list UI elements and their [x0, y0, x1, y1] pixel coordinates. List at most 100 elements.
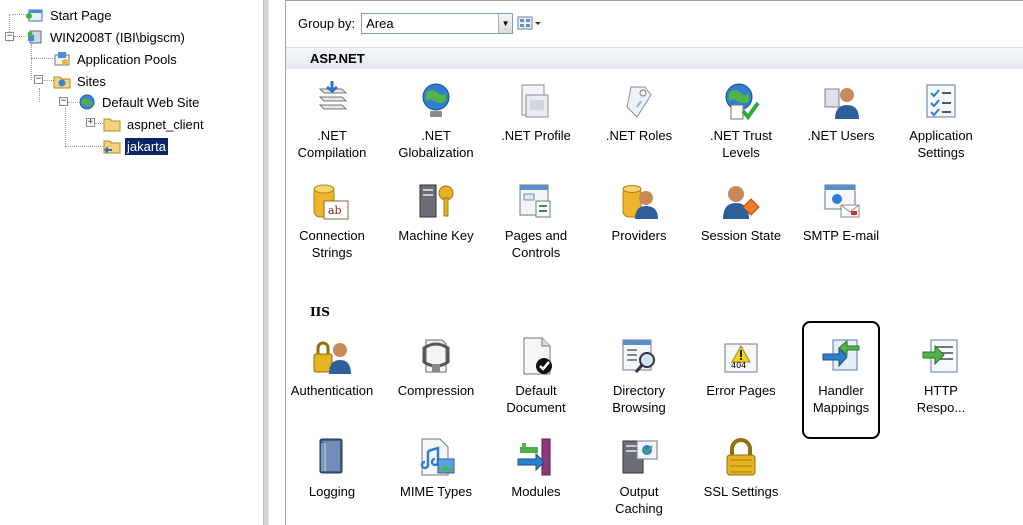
connection-strings-icon: ab	[312, 181, 352, 221]
server-icon	[26, 29, 44, 45]
http-response-icon	[921, 336, 961, 376]
output-caching-icon	[619, 437, 659, 477]
feature-session-state[interactable]: Session State	[691, 181, 791, 244]
feature-net-users[interactable]: .NET Users	[791, 81, 891, 144]
feature-mime-types[interactable]: MIME Types	[386, 437, 486, 500]
session-state-icon	[721, 181, 761, 221]
default-document-icon	[516, 336, 556, 376]
feature-smtp-email[interactable]: SMTP E-mail	[791, 181, 891, 244]
feature-output-caching[interactable]: Output Caching	[589, 437, 689, 517]
handler-mappings-icon	[821, 336, 861, 376]
feature-label: Directory Browsing	[612, 383, 666, 415]
feature-directory-browsing[interactable]: Directory Browsing	[589, 336, 689, 416]
tree-item-start-page[interactable]: Start Page	[26, 5, 113, 25]
feature-ssl-settings[interactable]: SSL Settings	[691, 437, 791, 500]
group-by-select[interactable]: Area ▼	[361, 12, 514, 34]
ssl-settings-icon	[721, 437, 761, 477]
feature-net-profile[interactable]: .NET Profile	[486, 81, 586, 144]
collapse-sites-button[interactable]: −	[34, 75, 43, 84]
tree-line	[68, 102, 78, 103]
tree-line	[12, 14, 26, 15]
collapse-server-button[interactable]: −	[5, 32, 14, 41]
feature-label: .NET Profile	[501, 128, 571, 143]
connections-tree: − − − + Start Page WIN2008T (IBI\bigscm)…	[0, 0, 258, 525]
feature-pages-controls[interactable]: Pages and Controls	[486, 181, 586, 261]
error-code-badge: 404	[731, 361, 747, 370]
feature-providers[interactable]: Providers	[589, 181, 689, 244]
feature-logging[interactable]: Logging	[282, 437, 382, 500]
feature-http-response[interactable]: HTTP Respo...	[891, 336, 991, 416]
pages-controls-icon	[516, 181, 556, 221]
tree-item-aspnet-client[interactable]: aspnet_client	[103, 114, 206, 134]
pane-splitter[interactable]	[258, 0, 285, 525]
chevron-down-icon: ▼	[498, 13, 513, 33]
feature-connection-strings[interactable]: ab Connection Strings	[282, 181, 382, 261]
tree-item-label: Application Pools	[77, 51, 177, 67]
start-page-icon	[26, 7, 44, 23]
feature-label: .NET Globalization	[398, 128, 474, 160]
feature-net-globalization[interactable]: .NET Globalization	[386, 81, 486, 161]
feature-label: Error Pages	[706, 383, 776, 398]
feature-label: Application Settings	[909, 128, 973, 160]
feature-net-compilation[interactable]: .NET Compilation	[282, 81, 382, 161]
tree-line	[65, 146, 103, 147]
folder-icon	[103, 138, 121, 154]
logging-icon	[312, 437, 352, 477]
net-compilation-icon	[312, 81, 352, 121]
tree-item-sites[interactable]: Sites	[53, 71, 108, 91]
tree-item-label: Start Page	[50, 7, 112, 23]
net-users-icon	[821, 81, 861, 121]
application-settings-icon	[921, 81, 961, 121]
tree-line	[65, 108, 66, 146]
feature-label: Output Caching	[615, 484, 663, 516]
feature-label: HTTP Respo...	[916, 383, 966, 415]
feature-label: SSL Settings	[703, 484, 779, 499]
feature-label: Machine Key	[398, 228, 474, 243]
authentication-icon	[312, 336, 352, 376]
tree-line	[39, 88, 40, 102]
view-grid-icon	[517, 16, 542, 30]
net-trust-levels-icon	[721, 81, 761, 121]
feature-label: Pages and Controls	[504, 228, 568, 260]
tree-item-label: WIN2008T (IBI\bigscm)	[50, 29, 185, 45]
feature-error-pages[interactable]: 404 Error Pages	[691, 336, 791, 399]
feature-label: Modules	[511, 484, 561, 499]
group-header-iis[interactable]: IIS	[286, 301, 1023, 323]
tree-item-label: jakarta	[125, 137, 169, 155]
tree-line	[31, 44, 32, 80]
group-by-label: Group by:	[298, 15, 356, 31]
tree-item-default-web-site[interactable]: Default Web Site	[78, 92, 201, 112]
tree-item-application-pools[interactable]: Application Pools	[53, 49, 179, 69]
feature-authentication[interactable]: Authentication	[282, 336, 382, 399]
feature-label: Authentication	[290, 383, 374, 398]
tree-item-server[interactable]: WIN2008T (IBI\bigscm)	[26, 27, 187, 47]
feature-machine-key[interactable]: Machine Key	[386, 181, 486, 244]
feature-compression[interactable]: Compression	[386, 336, 486, 399]
tree-item-label: Default Web Site	[102, 94, 200, 110]
feature-net-roles[interactable]: .NET Roles	[589, 81, 689, 144]
folder-icon	[103, 116, 121, 132]
tree-line	[95, 123, 103, 124]
tree-line	[31, 58, 53, 59]
tree-item-jakarta[interactable]: jakarta	[103, 136, 169, 156]
feature-net-trust-levels[interactable]: .NET Trust Levels	[691, 81, 791, 161]
feature-label: .NET Compilation	[297, 128, 367, 160]
feature-handler-mappings[interactable]: Handler Mappings	[802, 321, 880, 439]
feature-application-settings[interactable]: Application Settings	[891, 81, 991, 161]
feature-default-document[interactable]: Default Document	[486, 336, 586, 416]
group-header-aspnet[interactable]: ASP.NET	[286, 47, 1023, 69]
feature-label: Default Document	[506, 383, 566, 415]
features-toolbar: Group by: Area ▼	[286, 9, 1023, 37]
feature-label: .NET Users	[807, 128, 875, 143]
feature-label: .NET Roles	[605, 128, 673, 143]
sites-folder-icon	[53, 73, 71, 89]
modules-icon	[516, 437, 556, 477]
collapse-default-web-site-button[interactable]: −	[59, 97, 68, 106]
expand-aspnet-client-button[interactable]: +	[86, 118, 95, 127]
globe-icon	[78, 94, 96, 110]
feature-label: Connection Strings	[299, 228, 365, 260]
feature-modules[interactable]: Modules	[486, 437, 586, 500]
tree-line	[14, 36, 26, 37]
view-mode-button[interactable]	[517, 14, 543, 33]
feature-label: Handler Mappings	[812, 383, 870, 415]
